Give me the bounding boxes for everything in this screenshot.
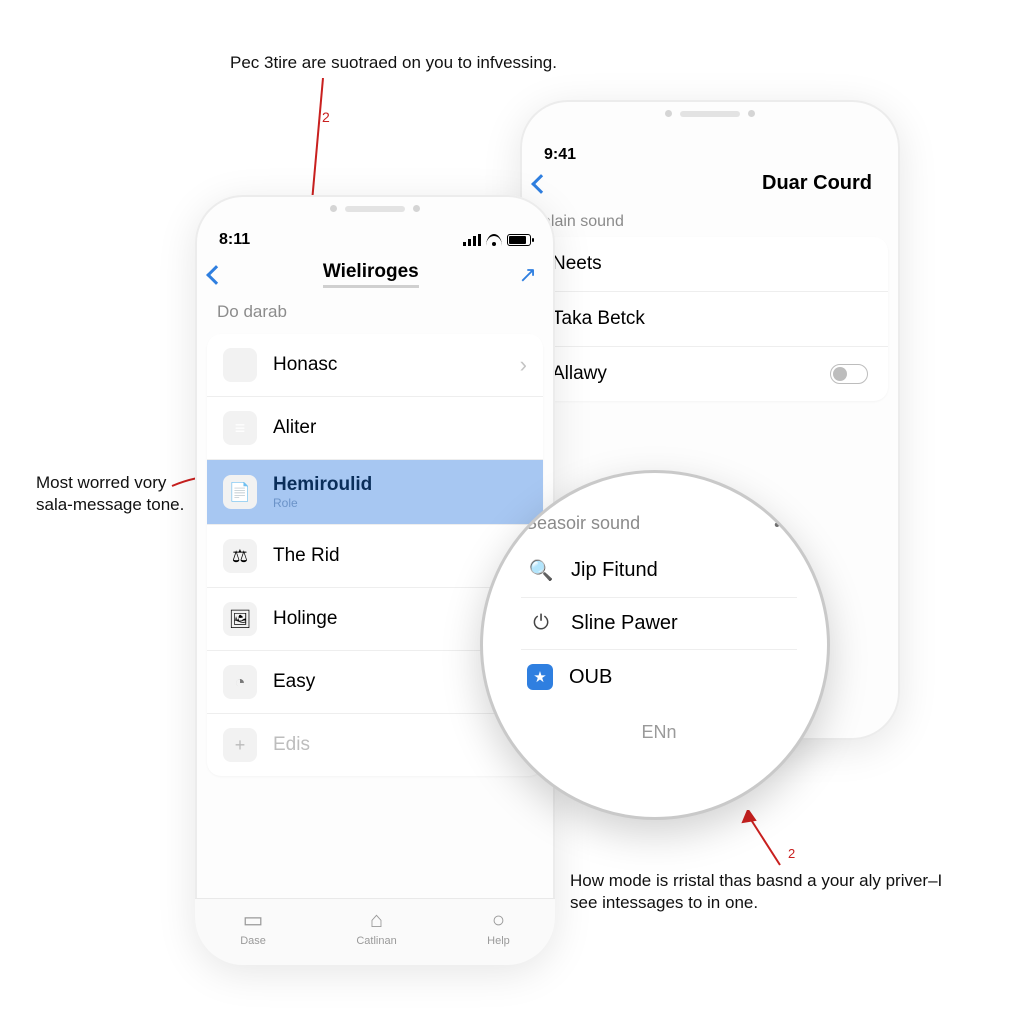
- battery-icon: [507, 234, 531, 246]
- list-item-edis[interactable]: + Edis: [207, 714, 543, 776]
- list-item-label: Edis: [273, 734, 310, 756]
- list-item-label: The Rid: [273, 545, 340, 567]
- back-button[interactable]: [531, 174, 551, 194]
- list-item[interactable]: 🔍 Jip Fitund: [521, 544, 797, 598]
- list-item-label: Neets: [552, 253, 602, 275]
- list-item-label: Aliter: [273, 417, 316, 439]
- list-item-label: Hemiroulid Role: [273, 474, 372, 510]
- clock-icon: ◔: [223, 665, 257, 699]
- tab-label: Help: [487, 935, 510, 947]
- tab-label: Catlinan: [356, 935, 396, 947]
- tab-help[interactable]: ○ Help: [487, 907, 510, 947]
- tab-icon: ○: [487, 907, 510, 933]
- magnifier-section-label: Seasoir sound: [525, 513, 640, 534]
- list-item-sublabel: Role: [273, 496, 372, 510]
- annotation-bottom: How mode is rristal thas basnd a your al…: [570, 870, 950, 914]
- annotation-badge-top: 2: [322, 108, 330, 126]
- nav-bar: Duar Courd: [520, 170, 900, 205]
- nav-bar: Wieliroges ↗: [195, 255, 555, 298]
- list-item[interactable]: Allawy: [532, 347, 888, 401]
- list-item-label: Taka Betck: [552, 308, 645, 330]
- annotation-arrow-bottom: [740, 810, 790, 870]
- status-bar: 8:11: [195, 195, 555, 255]
- list-item[interactable]: Taka Betck: [532, 292, 888, 347]
- list-item-label: Allawy: [552, 363, 607, 385]
- list-item-honasc[interactable]: Honasc ›: [207, 334, 543, 397]
- notch: [665, 110, 755, 117]
- figure-icon: ⚖: [223, 539, 257, 573]
- plus-icon: +: [223, 728, 257, 762]
- list-item-label: Jip Fitund: [571, 559, 658, 582]
- drive-icon: [223, 348, 257, 382]
- card-icon: 🖼: [223, 602, 257, 636]
- list-icon: ≡: [223, 411, 257, 445]
- star-icon: ★: [527, 664, 553, 690]
- section-header: alain sound: [520, 205, 900, 237]
- list-item-label: Easy: [273, 671, 315, 693]
- clock-time: 8:11: [219, 231, 250, 249]
- tab-icon: ⌂: [356, 907, 396, 933]
- tab-bar: ▭ Dase ⌂ Catlinan ○ Help: [195, 898, 555, 965]
- tab-icon: ▭: [240, 907, 266, 933]
- magnifier-lens: Seasoir sound ••• 🔍 Jip Fitund ⏻ Sline P…: [480, 470, 830, 820]
- signal-icon: [463, 234, 481, 246]
- list-item-hemiroulid[interactable]: 📄 Hemiroulid Role: [207, 460, 543, 525]
- page-title: Duar Courd: [762, 172, 872, 195]
- notch: [330, 205, 420, 212]
- settings-list: Neets Taka Betck Allawy: [532, 237, 888, 401]
- annotation-badge-bottom: 2: [788, 846, 795, 863]
- search-icon: 🔍: [527, 558, 555, 583]
- page-title: Wieliroges: [323, 261, 419, 288]
- list-item-label: Holinge: [273, 608, 337, 630]
- list-item[interactable]: ★ OUB: [521, 650, 797, 704]
- note-icon: 📄: [223, 475, 257, 509]
- list-item-aliter[interactable]: ≡ Aliter: [207, 397, 543, 460]
- power-icon: ⏻: [527, 612, 555, 635]
- tab-catlinan[interactable]: ⌂ Catlinan: [356, 907, 396, 947]
- back-button[interactable]: [206, 265, 226, 285]
- magnifier-footer: ENn: [521, 722, 797, 743]
- status-icons: [463, 234, 531, 246]
- chevron-right-icon: ›: [520, 352, 527, 378]
- toggle-switch[interactable]: [830, 364, 868, 384]
- annotation-top: Pec 3tire are suotraed on you to infvess…: [230, 52, 660, 74]
- share-icon[interactable]: ↗: [519, 262, 537, 288]
- clock-time: 9:41: [544, 146, 576, 164]
- tab-label: Dase: [240, 935, 266, 947]
- list-item[interactable]: ⏻ Sline Pawer: [521, 598, 797, 650]
- tab-dase[interactable]: ▭ Dase: [240, 907, 266, 947]
- list-item-label: Honasc: [273, 354, 337, 376]
- section-header: Do darab: [195, 298, 555, 334]
- wifi-icon: [486, 234, 502, 246]
- list-item[interactable]: Neets: [532, 237, 888, 292]
- list-item-label: Sline Pawer: [571, 612, 678, 635]
- list-item-label: OUB: [569, 666, 612, 689]
